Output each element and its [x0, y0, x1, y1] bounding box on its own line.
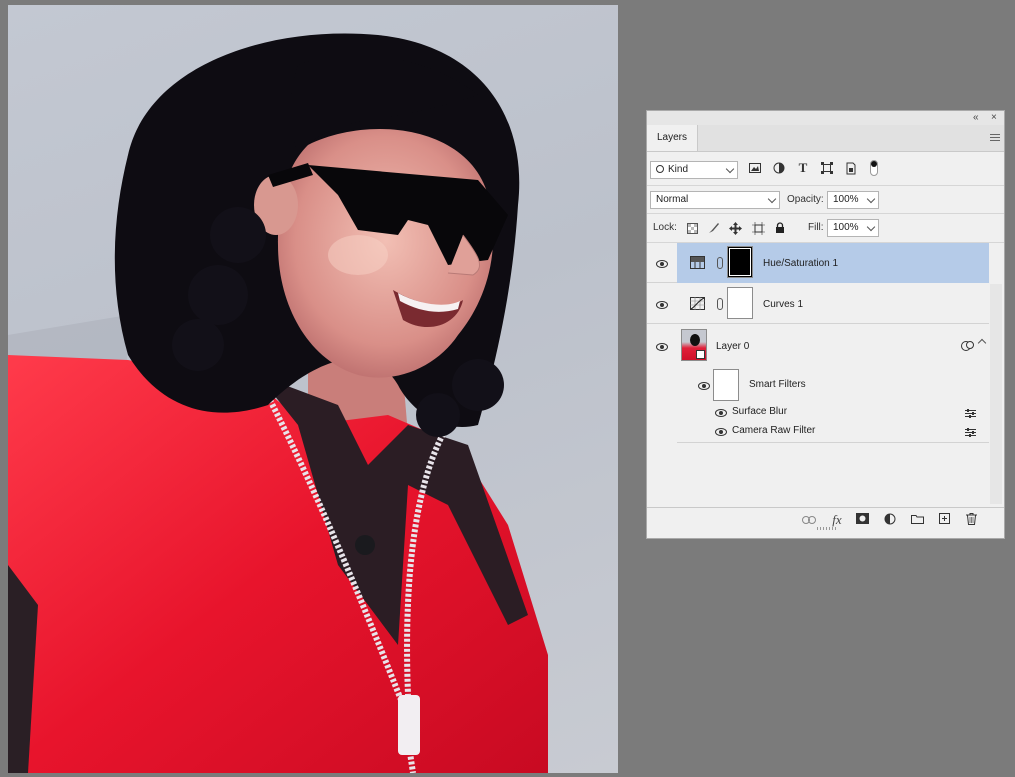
smart-filters-label[interactable]: Smart Filters [749, 379, 806, 390]
panel-bottom-bar: fx [647, 507, 1004, 532]
blend-mode-select[interactable]: Normal [650, 191, 780, 209]
layer-mask-thumbnail[interactable] [727, 246, 753, 278]
adjustment-icon[interactable] [882, 513, 898, 528]
layer-name[interactable]: Curves 1 [763, 299, 803, 310]
new-layer-icon[interactable] [936, 513, 952, 527]
filter-options-icon[interactable] [965, 428, 976, 437]
filter-kind-label: Kind [668, 164, 689, 175]
filter-name[interactable]: Surface Blur [732, 406, 787, 417]
lock-artboard-icon[interactable] [751, 221, 765, 235]
layer-thumbnail[interactable] [681, 329, 707, 361]
search-icon [656, 165, 664, 173]
visibility-eye-icon[interactable] [656, 301, 668, 309]
panel-titlebar: « × [647, 111, 1004, 125]
folder-icon[interactable] [909, 513, 925, 527]
opacity-value: 100% [833, 194, 859, 205]
smart-object-filter-icon[interactable] [844, 161, 858, 175]
photo-illustration [8, 33, 548, 773]
trash-icon[interactable] [963, 513, 979, 528]
chevron-down-icon [767, 194, 777, 204]
opacity-field[interactable]: 100% [827, 191, 879, 209]
layer-mask-thumbnail[interactable] [727, 287, 753, 319]
divider [677, 442, 989, 443]
visibility-eye-icon[interactable] [698, 382, 710, 390]
tab-layers[interactable]: Layers [647, 125, 698, 151]
chevron-down-icon [725, 164, 735, 174]
filter-row: Kind T [647, 160, 1004, 183]
visibility-eye-icon[interactable] [715, 409, 727, 417]
opacity-label: Opacity: [787, 194, 824, 205]
layer-name[interactable]: Layer 0 [716, 341, 749, 352]
adjustment-filter-icon[interactable] [772, 161, 786, 175]
chevron-down-icon [866, 222, 876, 232]
lock-all-icon[interactable] [773, 221, 787, 235]
lock-label: Lock: [653, 222, 677, 233]
mask-icon[interactable] [854, 513, 870, 527]
link-chain-icon[interactable] [717, 257, 723, 269]
lock-paint-icon[interactable] [707, 221, 721, 235]
blend-mode-value: Normal [656, 194, 689, 205]
layer-row[interactable]: Hue/Saturation 1 [647, 243, 989, 283]
lock-position-icon[interactable] [728, 221, 742, 235]
smart-object-badge-icon [696, 350, 705, 359]
chevron-down-icon [866, 194, 876, 204]
resize-grip[interactable] [817, 527, 837, 530]
close-icon[interactable]: × [991, 111, 997, 125]
scrollbar[interactable] [990, 284, 1002, 504]
collapse-effects-icon[interactable] [977, 338, 987, 348]
fill-label: Fill: [808, 222, 824, 233]
link-icon[interactable] [801, 513, 817, 527]
layer-row[interactable]: Layer 0 Smart Filters Surface Blur Camer… [647, 325, 989, 442]
fill-value: 100% [833, 222, 859, 233]
lock-row: Lock: Fill: 100% [647, 219, 1004, 239]
filter-toggle-icon[interactable] [867, 160, 881, 176]
lock-transparency-icon[interactable] [685, 221, 699, 235]
type-filter-icon[interactable]: T [796, 160, 810, 175]
filter-options-icon[interactable] [965, 409, 976, 418]
blend-row: Normal Opacity: 100% [647, 191, 1004, 211]
fill-field[interactable]: 100% [827, 219, 879, 237]
layer-row[interactable]: Curves 1 [647, 284, 989, 324]
shape-filter-icon[interactable] [820, 161, 834, 175]
visibility-eye-icon[interactable] [656, 343, 668, 351]
layers-panel: « × Layers Kind T Normal Opacity: 100% L… [646, 110, 1005, 539]
image-filter-icon[interactable] [748, 161, 762, 175]
collapse-icon[interactable]: « [973, 111, 979, 125]
curves-icon [690, 297, 705, 310]
visibility-eye-icon[interactable] [656, 260, 668, 268]
link-chain-icon[interactable] [717, 298, 723, 310]
smart-filter-badge-icon[interactable] [961, 340, 975, 352]
panel-menu-icon[interactable] [990, 134, 1000, 142]
fx-icon[interactable]: fx [829, 513, 845, 526]
smart-filter-mask-thumbnail[interactable] [713, 369, 739, 401]
visibility-eye-icon[interactable] [715, 428, 727, 436]
hue-saturation-icon [690, 256, 705, 269]
thumbnail-figure [690, 334, 700, 346]
layer-name[interactable]: Hue/Saturation 1 [763, 258, 838, 269]
panel-tab-row: Layers [647, 125, 1004, 152]
document-canvas[interactable] [8, 5, 618, 773]
filter-name[interactable]: Camera Raw Filter [732, 425, 815, 436]
filter-kind-select[interactable]: Kind [650, 161, 738, 179]
